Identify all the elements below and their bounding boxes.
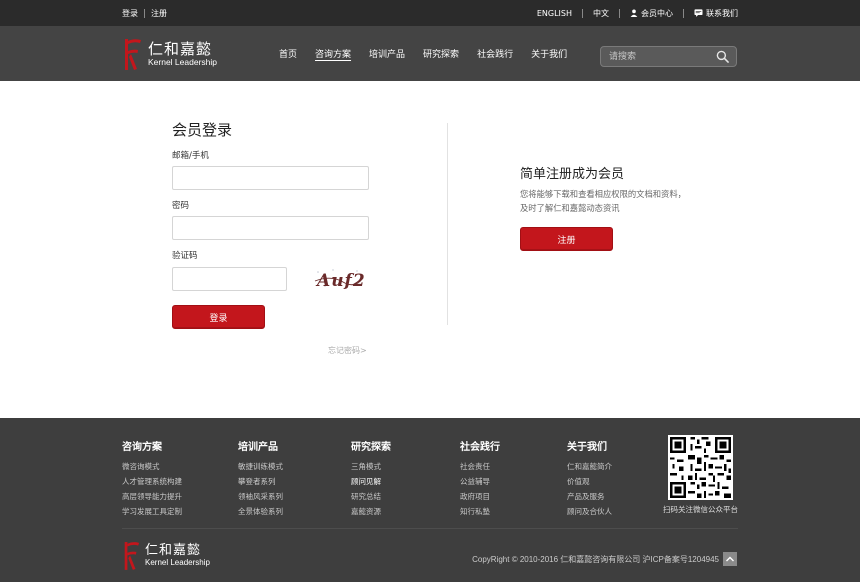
back-to-top-icon[interactable] <box>723 552 737 566</box>
register-desc-line2: 及时了解仁和嘉懿动态资讯 <box>520 203 620 213</box>
nav-item-training[interactable]: 培训产品 <box>360 47 414 60</box>
contact-link[interactable]: 联系我们 <box>694 8 738 19</box>
footer-link[interactable]: 学习发展工具定制 <box>122 504 182 519</box>
footer-link[interactable]: 仁和嘉懿简介 <box>567 459 612 474</box>
password-field[interactable] <box>172 216 369 240</box>
register-desc-line1: 您将能够下载和查看相应权限的文档和资料， <box>520 189 686 199</box>
copyright-text: CopyRight © 2010-2016 仁和嘉懿咨询有限公司 沪ICP备案号… <box>472 555 719 564</box>
footer-link[interactable]: 攀登者系列 <box>238 474 283 489</box>
chat-icon <box>694 9 703 17</box>
footer-link[interactable]: 公益辅导 <box>460 474 500 489</box>
captcha-field[interactable] <box>172 267 287 291</box>
qr-caption: 扫码关注微信公众平台 <box>663 505 738 514</box>
footer-logo-chinese-name: 仁和嘉懿 <box>145 543 202 558</box>
logo-mark-icon <box>125 39 141 70</box>
top-bar: 登录 注册 ENGLISH 中文 会员中心 联系我们 <box>0 0 860 26</box>
footer-logo: 仁和嘉懿 Kernel Leadership <box>122 540 210 571</box>
footer-column-research: 研究探索 三角模式 顾问见解 研究总结 嘉懿资源 <box>351 438 391 519</box>
register-link[interactable]: 注册 <box>151 8 167 19</box>
nav-item-home[interactable]: 首页 <box>270 47 306 60</box>
footer-link[interactable]: 顾问及合伙人 <box>567 504 612 519</box>
main-content: 会员登录 邮箱/手机 密码 验证码 Auf2 登录 忘记密码> 简单注册成为会员… <box>0 81 860 418</box>
logo-english-name: Kernel Leadership <box>148 56 217 67</box>
captcha-image[interactable]: Auf2 <box>313 266 365 292</box>
register-button[interactable]: 注册 <box>520 227 613 251</box>
footer-link[interactable]: 微咨询模式 <box>122 459 182 474</box>
divider <box>683 8 684 18</box>
footer-column-title[interactable]: 关于我们 <box>567 438 612 453</box>
logo-chinese-name: 仁和嘉懿 <box>148 39 213 58</box>
site-footer: 咨询方案 微咨询模式 人才管理系统构建 高层领导能力提升 学习发展工具定制 培训… <box>0 418 860 582</box>
footer-link[interactable]: 价值观 <box>567 474 612 489</box>
register-title: 简单注册成为会员 <box>520 167 625 182</box>
search-input[interactable] <box>609 47 709 66</box>
footer-column-title[interactable]: 社会践行 <box>460 438 500 453</box>
divider <box>582 8 583 18</box>
footer-column-title[interactable]: 咨询方案 <box>122 438 182 453</box>
chinese-link[interactable]: 中文 <box>593 8 609 19</box>
nav-item-research[interactable]: 研究探索 <box>414 47 468 60</box>
login-form: 会员登录 邮箱/手机 密码 验证码 Auf2 登录 <box>172 119 372 329</box>
divider <box>619 8 620 18</box>
member-center-label: 会员中心 <box>641 8 673 18</box>
site-header: 仁和嘉懿 Kernel Leadership 首页 咨询方案 培训产品 研究探索… <box>0 26 860 81</box>
footer-column-about: 关于我们 仁和嘉懿简介 价值观 产品及服务 顾问及合伙人 <box>567 438 612 519</box>
user-icon <box>630 9 638 17</box>
footer-column-training: 培训产品 敏捷训练模式 攀登者系列 领袖风采系列 全景体验系列 <box>238 438 283 519</box>
footer-link[interactable]: 人才管理系统构建 <box>122 474 182 489</box>
footer-link[interactable]: 社会责任 <box>460 459 500 474</box>
footer-divider <box>122 528 738 529</box>
divider <box>144 8 145 18</box>
password-label: 密码 <box>172 201 190 211</box>
footer-link[interactable]: 领袖风采系列 <box>238 489 283 504</box>
forgot-password-link[interactable]: 忘记密码> <box>328 345 367 356</box>
footer-link[interactable]: 敏捷训练模式 <box>238 459 283 474</box>
footer-logo-english-name: Kernel Leadership <box>145 558 210 567</box>
login-button[interactable]: 登录 <box>172 305 265 329</box>
footer-link[interactable]: 研究总结 <box>351 489 391 504</box>
login-link[interactable]: 登录 <box>122 8 138 19</box>
search-box <box>600 46 737 67</box>
captcha-label: 验证码 <box>172 251 198 261</box>
footer-link[interactable]: 嘉懿资源 <box>351 504 391 519</box>
english-link[interactable]: ENGLISH <box>537 9 572 18</box>
search-icon[interactable] <box>716 50 729 63</box>
wechat-qr-code <box>668 435 733 500</box>
email-label: 邮箱/手机 <box>172 151 209 161</box>
nav-item-about[interactable]: 关于我们 <box>522 47 576 60</box>
register-panel: 简单注册成为会员 您将能够下载和查看相应权限的文档和资料， 及时了解仁和嘉懿动态… <box>520 163 686 251</box>
vertical-divider <box>447 123 448 325</box>
footer-link[interactable]: 知行私塾 <box>460 504 500 519</box>
footer-column-title[interactable]: 研究探索 <box>351 438 391 453</box>
contact-label: 联系我们 <box>706 8 738 18</box>
member-center-link[interactable]: 会员中心 <box>630 8 673 19</box>
register-description: 您将能够下载和查看相应权限的文档和资料， 及时了解仁和嘉懿动态资讯 <box>520 187 686 215</box>
main-nav: 首页 咨询方案 培训产品 研究探索 社会践行 关于我们 <box>270 26 576 81</box>
email-field[interactable] <box>172 166 369 190</box>
footer-column-social: 社会践行 社会责任 公益辅导 政府项目 知行私塾 <box>460 438 500 519</box>
login-title: 会员登录 <box>172 121 233 139</box>
nav-item-social[interactable]: 社会践行 <box>468 47 522 60</box>
footer-link[interactable]: 顾问见解 <box>351 474 391 489</box>
site-logo[interactable]: 仁和嘉懿 Kernel Leadership <box>122 37 217 71</box>
footer-link[interactable]: 高层领导能力提升 <box>122 489 182 504</box>
footer-link[interactable]: 产品及服务 <box>567 489 612 504</box>
footer-link[interactable]: 三角模式 <box>351 459 391 474</box>
footer-column-consulting: 咨询方案 微咨询模式 人才管理系统构建 高层领导能力提升 学习发展工具定制 <box>122 438 182 519</box>
logo-mark-icon <box>124 542 140 570</box>
nav-item-consulting[interactable]: 咨询方案 <box>306 47 360 60</box>
footer-column-title[interactable]: 培训产品 <box>238 438 283 453</box>
captcha-text: Auf2 <box>315 271 365 291</box>
footer-link[interactable]: 全景体验系列 <box>238 504 283 519</box>
footer-link[interactable]: 政府项目 <box>460 489 500 504</box>
